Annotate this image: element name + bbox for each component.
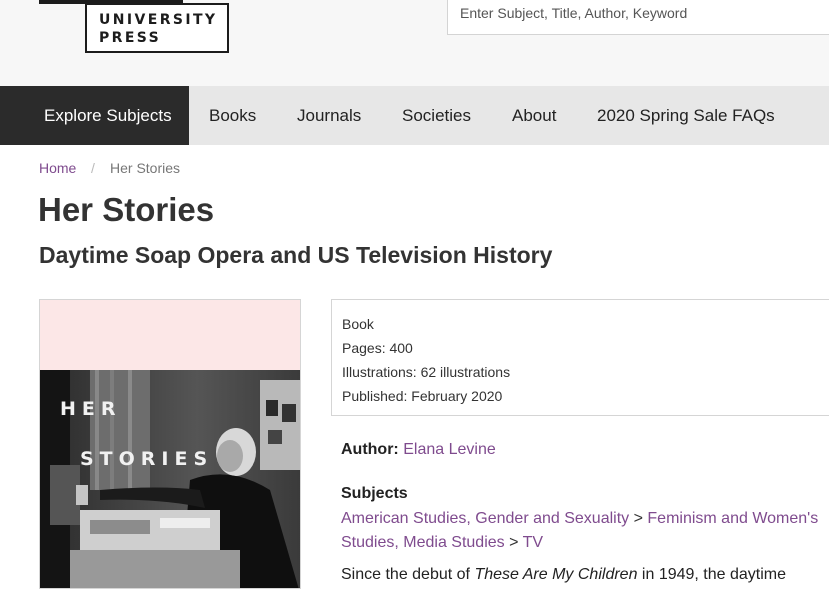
main-nav: Explore Subjects Books Journals Societie…: [0, 86, 829, 145]
logo-line-2: PRESS: [99, 30, 162, 46]
breadcrumb-home[interactable]: Home: [39, 159, 76, 177]
description-text-2: in 1949, the daytime: [637, 566, 787, 583]
book-details: Book Pages: 400 Illustrations: 62 illust…: [331, 299, 829, 416]
site-header: UNIVERSITY PRESS: [0, 0, 829, 86]
breadcrumb-separator: /: [91, 160, 95, 176]
nav-spring-sale-faqs[interactable]: 2020 Spring Sale FAQs: [597, 86, 775, 145]
page-title: Her Stories: [38, 191, 215, 228]
search-input[interactable]: [460, 2, 820, 24]
nav-about[interactable]: About: [512, 86, 556, 145]
logo-line-1: UNIVERSITY: [99, 12, 218, 28]
page-subtitle: Daytime Soap Opera and US Television His…: [39, 242, 553, 268]
detail-pages: Pages: 400: [342, 340, 413, 356]
detail-illustrations: Illustrations: 62 illustrations: [342, 364, 511, 380]
detail-format: Book: [342, 316, 374, 332]
cover-title-her: HER: [60, 398, 122, 420]
book-cover[interactable]: HER STORIES: [39, 299, 301, 589]
book-description: Since the debut of These Are My Children…: [341, 563, 829, 587]
description-italic-title: These Are My Children: [474, 566, 638, 583]
author-label: Author:: [341, 441, 399, 458]
description-text-1: Since the debut of: [341, 566, 475, 583]
subjects-heading: Subjects: [341, 485, 408, 502]
subject-separator: >: [504, 534, 523, 551]
subject-link-tv[interactable]: TV: [523, 534, 543, 551]
search-box: [447, 0, 829, 35]
nav-explore-subjects[interactable]: Explore Subjects: [0, 86, 189, 145]
author-row: Author: Elana Levine: [341, 439, 496, 461]
nav-books[interactable]: Books: [209, 86, 256, 145]
subjects-list: American Studies, Gender and Sexuality >…: [341, 507, 829, 555]
subject-separator: >: [629, 510, 648, 527]
nav-societies[interactable]: Societies: [402, 86, 471, 145]
subject-link-american-studies[interactable]: American Studies, Gender and Sexuality: [341, 510, 629, 527]
cover-title-stories: STORIES: [80, 448, 214, 470]
detail-published: Published: February 2020: [342, 388, 503, 404]
breadcrumb-current: Her Stories: [110, 160, 181, 176]
author-link[interactable]: Elana Levine: [403, 441, 496, 458]
nav-journals[interactable]: Journals: [297, 86, 361, 145]
university-press-logo[interactable]: UNIVERSITY PRESS: [85, 3, 229, 53]
